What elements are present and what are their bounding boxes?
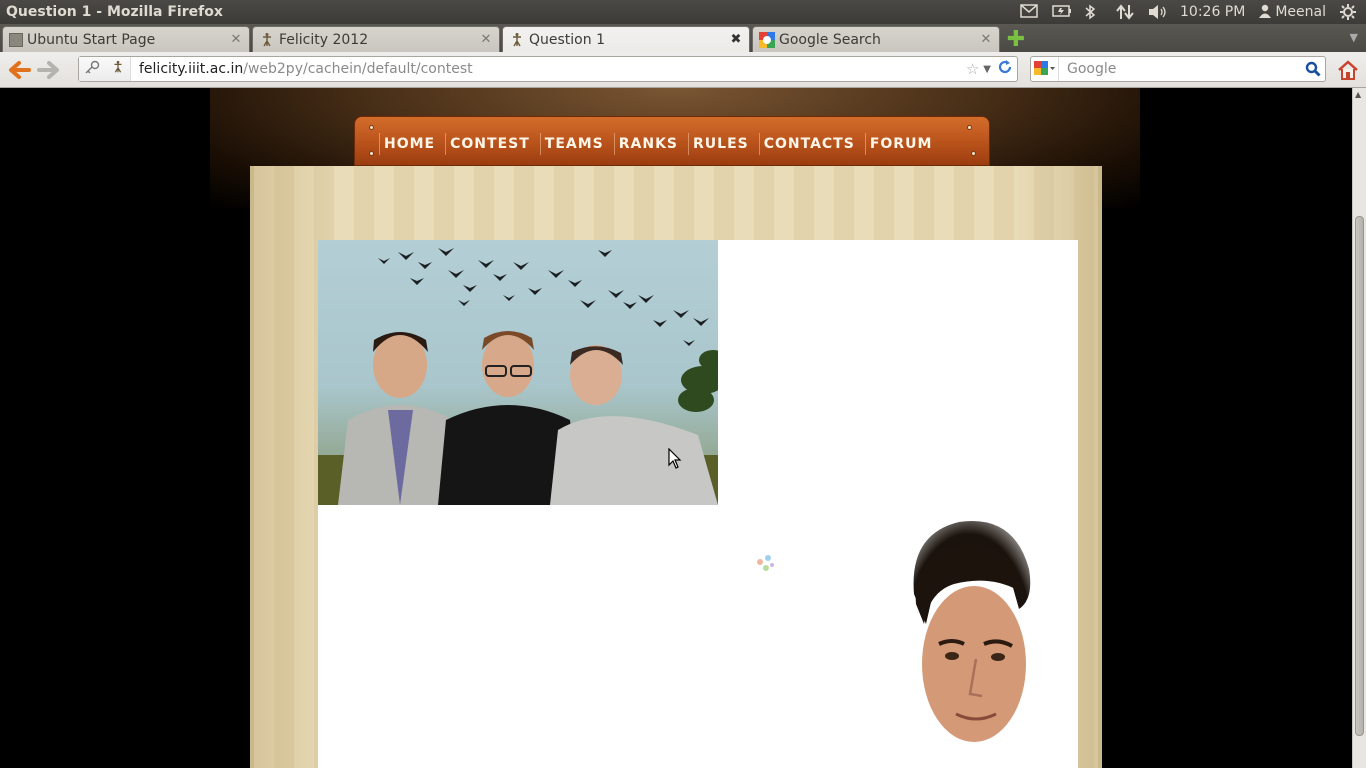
menu-ranks[interactable]: RANKS bbox=[613, 133, 688, 155]
screw-icon bbox=[369, 151, 374, 156]
battery-icon[interactable] bbox=[1052, 4, 1072, 20]
tab-bar: Ubuntu Start Page ✕ Felicity 2012 ✕ Ques… bbox=[0, 24, 1366, 52]
tab-list-dropdown-icon[interactable]: ▼ bbox=[1350, 31, 1358, 44]
search-bar[interactable]: Google bbox=[1030, 56, 1326, 82]
close-tab-icon[interactable]: ✕ bbox=[979, 32, 993, 47]
close-tab-icon[interactable]: ✕ bbox=[229, 32, 243, 47]
forward-button[interactable] bbox=[34, 56, 64, 84]
search-engine-selector[interactable] bbox=[1031, 57, 1059, 81]
site-menu: HOME CONTEST TEAMS RANKS RULES CONTACTS … bbox=[354, 116, 990, 166]
power-gear-icon[interactable] bbox=[1340, 4, 1358, 20]
google-favicon-icon bbox=[759, 31, 775, 48]
system-tray: 10:26 PM Meenal bbox=[1020, 4, 1366, 20]
search-magnifier-icon[interactable] bbox=[1301, 61, 1325, 77]
tab-label: Question 1 bbox=[529, 31, 605, 48]
question-photo-actor bbox=[894, 514, 1044, 764]
menu-teams[interactable]: TEAMS bbox=[539, 133, 614, 155]
home-button[interactable] bbox=[1334, 56, 1362, 84]
user-menu[interactable]: Meenal bbox=[1259, 4, 1326, 20]
window-title: Question 1 - Mozilla Firefox bbox=[6, 4, 223, 20]
question-photo-founders bbox=[318, 240, 718, 505]
key-icon bbox=[84, 60, 100, 78]
mouse-cursor-icon bbox=[668, 448, 682, 469]
menu-forum[interactable]: FORUM bbox=[864, 133, 943, 155]
felicity-favicon-icon bbox=[509, 32, 525, 48]
felicity-favicon-icon bbox=[111, 60, 125, 78]
bookmark-star-icon[interactable]: ☆ bbox=[966, 60, 979, 78]
url-path: /web2py/cachein/default/contest bbox=[243, 61, 473, 77]
history-dropdown-icon[interactable]: ▼ bbox=[983, 64, 991, 75]
scroll-up-arrow-icon[interactable]: ▲ bbox=[1355, 90, 1361, 99]
url-bar[interactable]: felicity.iiit.ac.in/web2py/cachein/defau… bbox=[78, 56, 1018, 82]
tab-label: Felicity 2012 bbox=[279, 31, 369, 48]
close-tab-icon[interactable]: ✕ bbox=[479, 32, 493, 47]
sparkle-logo-icon bbox=[757, 555, 774, 571]
tab-label: Ubuntu Start Page bbox=[27, 31, 156, 48]
url-host: felicity.iiit.ac.in bbox=[139, 61, 244, 77]
search-input[interactable]: Google bbox=[1059, 61, 1301, 77]
user-icon bbox=[1259, 4, 1272, 20]
scrollbar-thumb[interactable] bbox=[1355, 216, 1364, 736]
tab-google-search[interactable]: Google Search ✕ bbox=[752, 26, 1000, 52]
screw-icon bbox=[369, 125, 374, 130]
new-tab-button[interactable]: ✚ bbox=[1004, 27, 1028, 52]
volume-icon[interactable] bbox=[1148, 4, 1166, 20]
mail-icon[interactable] bbox=[1020, 4, 1038, 20]
url-input[interactable]: felicity.iiit.ac.in/web2py/cachein/defau… bbox=[131, 61, 966, 77]
bluetooth-icon[interactable] bbox=[1084, 4, 1102, 20]
screw-icon bbox=[971, 151, 976, 156]
page-viewport: HOME CONTEST TEAMS RANKS RULES CONTACTS … bbox=[0, 88, 1352, 768]
felicity-favicon-icon bbox=[259, 32, 275, 48]
screw-icon bbox=[967, 125, 972, 130]
user-name: Meenal bbox=[1275, 4, 1326, 20]
close-tab-icon[interactable]: ✖ bbox=[729, 32, 743, 47]
vertical-scrollbar[interactable]: ▲ bbox=[1352, 88, 1366, 768]
tab-question-1[interactable]: Question 1 ✖ bbox=[502, 26, 750, 52]
tab-ubuntu-start-page[interactable]: Ubuntu Start Page ✕ bbox=[2, 26, 250, 52]
clock[interactable]: 10:26 PM bbox=[1180, 4, 1245, 20]
tab-label: Google Search bbox=[779, 31, 881, 48]
menu-home[interactable]: HOME bbox=[379, 133, 445, 155]
menu-rules[interactable]: RULES bbox=[688, 133, 759, 155]
menu-contest[interactable]: CONTEST bbox=[445, 133, 540, 155]
back-button[interactable] bbox=[4, 56, 34, 84]
site-identity-button[interactable] bbox=[79, 57, 131, 81]
page-favicon-icon bbox=[9, 32, 23, 47]
navigation-toolbar: felicity.iiit.ac.in/web2py/cachein/defau… bbox=[0, 52, 1366, 88]
network-icon[interactable] bbox=[1116, 4, 1134, 20]
reload-icon[interactable] bbox=[997, 59, 1013, 79]
os-top-panel: Question 1 - Mozilla Firefox 10:26 PM Me… bbox=[0, 0, 1366, 24]
tab-felicity-2012[interactable]: Felicity 2012 ✕ bbox=[252, 26, 500, 52]
menu-contacts[interactable]: CONTACTS bbox=[758, 133, 865, 155]
